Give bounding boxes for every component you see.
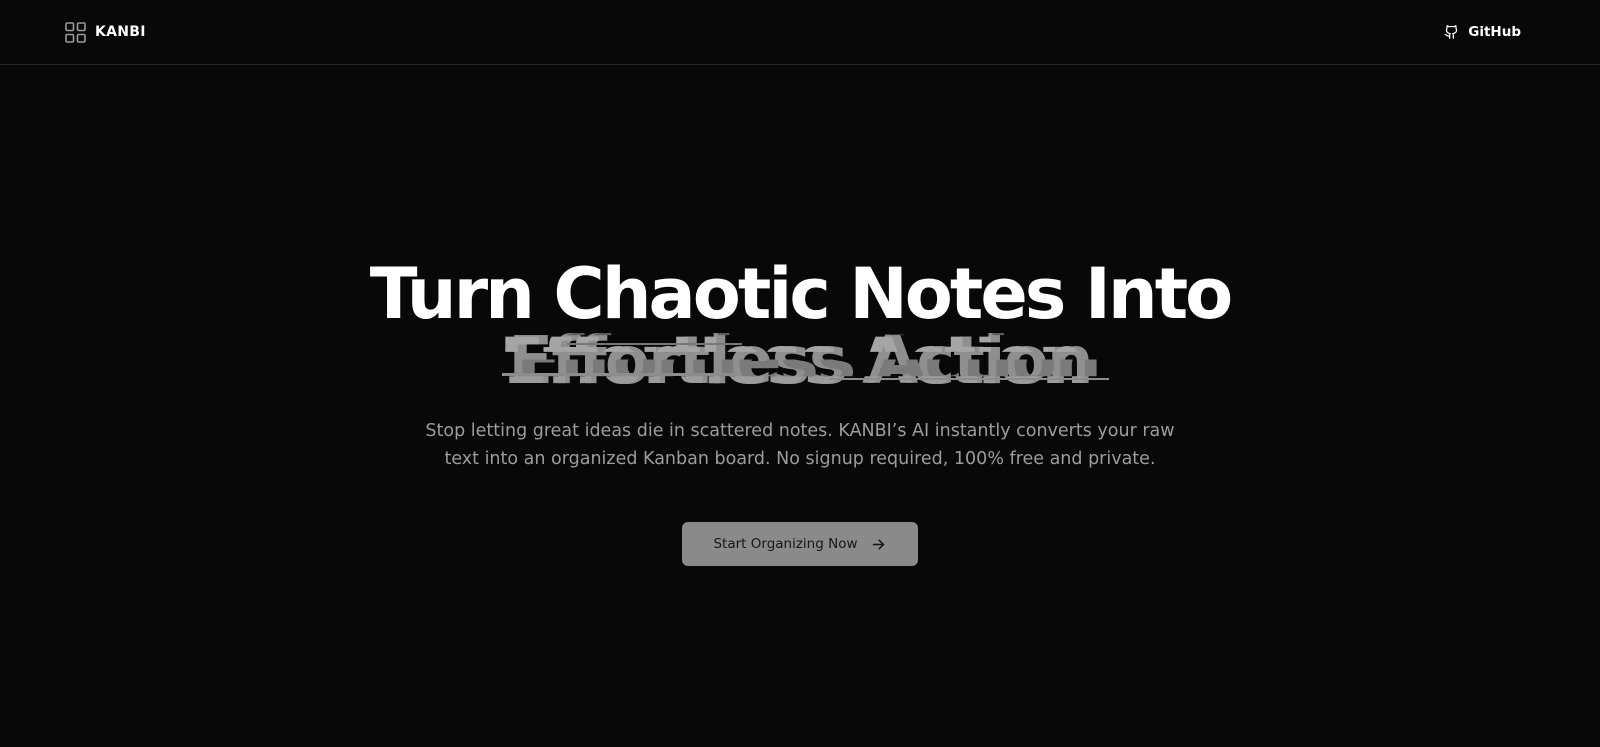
landing-page: KANBI GitHub Turn Chaotic Notes Into Eff… <box>0 0 1600 747</box>
glitch-streak <box>566 343 742 345</box>
github-label: GitHub <box>1468 24 1521 40</box>
github-link[interactable]: GitHub <box>1444 21 1521 43</box>
hero-highlight-row: Effortless Action Effortless Action Effo… <box>0 323 1600 403</box>
hero-highlight: Effortless Action Effortless Action Effo… <box>499 323 1110 399</box>
github-icon <box>1444 25 1458 39</box>
cta-label: Start Organizing Now <box>713 536 858 552</box>
grid-icon <box>65 21 86 43</box>
top-nav: KANBI GitHub <box>0 0 1600 65</box>
brand-name: KANBI <box>95 24 146 40</box>
arrow-right-icon <box>872 538 884 550</box>
hero-subtitle: Stop letting great ideas die in scattere… <box>425 421 1175 469</box>
brand-logo-link[interactable]: KANBI <box>65 20 146 44</box>
glitch-streak <box>502 373 736 376</box>
glitch-streak <box>829 378 1110 380</box>
start-organizing-button[interactable]: Start Organizing Now <box>682 522 918 566</box>
